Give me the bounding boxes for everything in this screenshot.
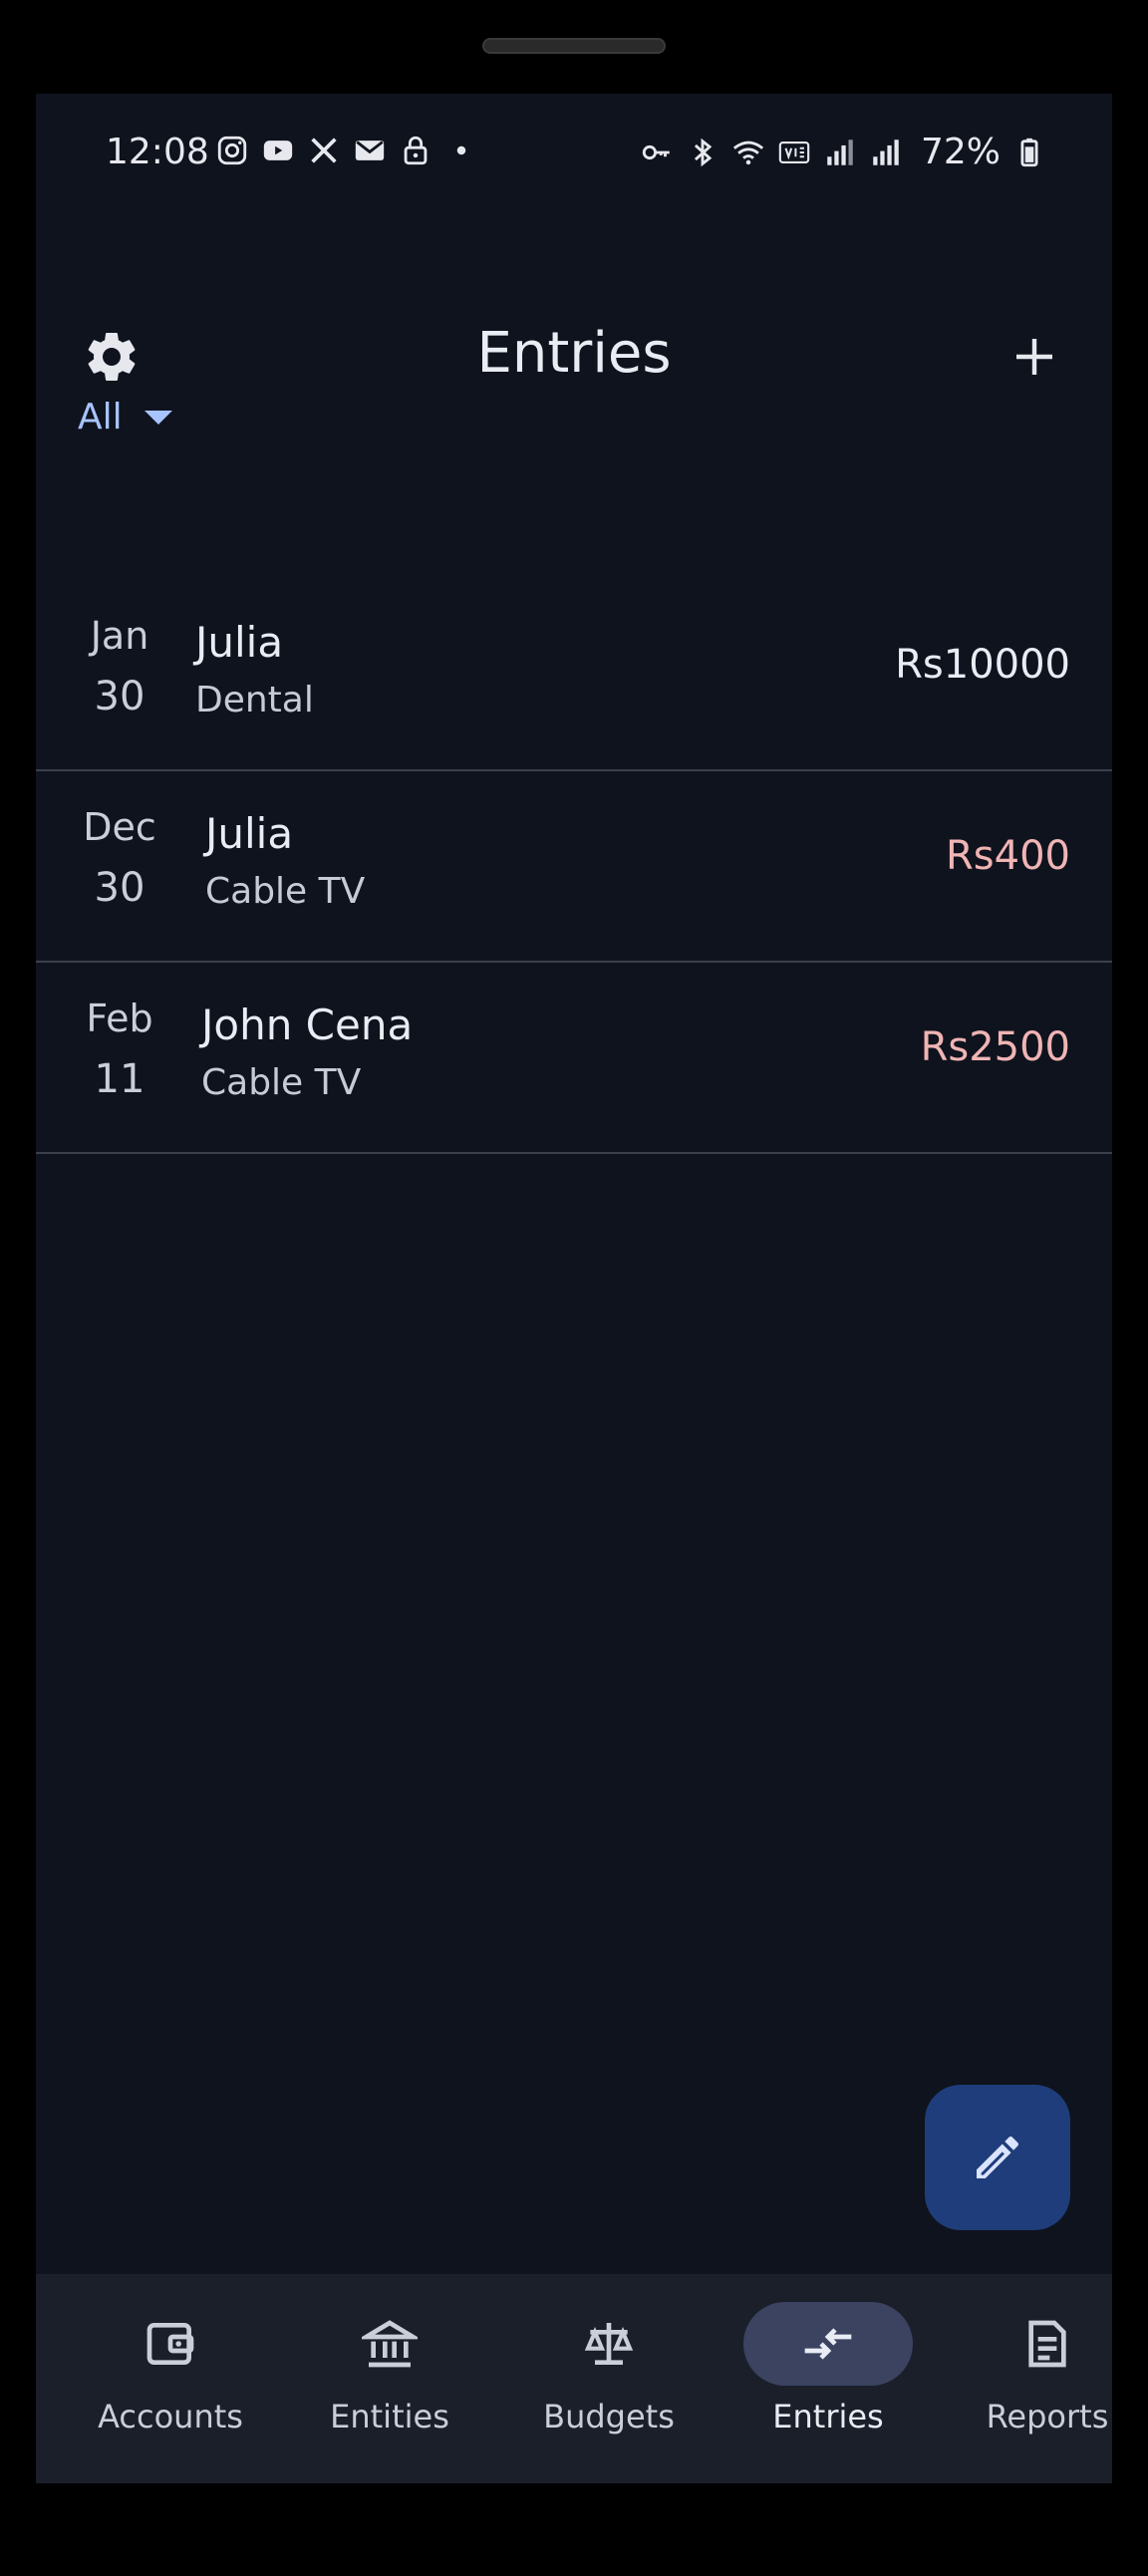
entry-category: Cable TV — [205, 871, 366, 912]
speaker-grille — [482, 38, 666, 54]
battery-percent: 72% — [920, 132, 1001, 172]
top-app-bar: Entries — [36, 243, 1112, 386]
dot-icon — [456, 145, 466, 155]
add-entry-button[interactable] — [1001, 323, 1068, 391]
list-item[interactable]: Feb 11 John Cena Cable TV Rs2500 — [36, 963, 1112, 1154]
entry-month: Feb — [86, 997, 153, 1040]
device-frame: 12:08 72% Entries All Jan 30 Julia Denta… — [0, 0, 1148, 2576]
entry-name: Julia — [205, 809, 294, 858]
bank-icon — [362, 2320, 418, 2368]
document-icon — [1028, 2320, 1066, 2368]
status-icons-left — [215, 134, 478, 167]
signal-icon — [873, 139, 899, 165]
signal-icon — [827, 139, 853, 165]
scale-icon — [584, 2323, 634, 2365]
entry-day: 11 — [94, 1056, 145, 1102]
nav-item-entries[interactable]: Entries — [728, 2302, 928, 2461]
lock-icon — [404, 136, 428, 165]
entry-month: Dec — [83, 805, 156, 849]
entry-category: Dental — [195, 680, 314, 720]
entry-month: Jan — [90, 614, 149, 658]
instagram-icon — [217, 136, 247, 165]
nav-icon-container — [305, 2302, 474, 2386]
nav-label: Reports — [986, 2398, 1109, 2435]
entry-name: John Cena — [201, 1001, 414, 1049]
entry-date: Feb 11 — [68, 997, 171, 1102]
nav-label: Budgets — [543, 2398, 675, 2435]
wifi-icon — [732, 141, 764, 164]
filter-label: All — [78, 397, 123, 437]
nav-icon-container — [963, 2302, 1112, 2386]
nav-label: Entries — [772, 2398, 884, 2435]
swap-icon — [804, 2328, 852, 2360]
mail-icon — [355, 141, 385, 160]
status-time: 12:08 — [106, 132, 209, 172]
nav-item-accounts[interactable]: Accounts — [71, 2302, 270, 2461]
nav-item-reports[interactable]: Reports — [948, 2302, 1112, 2461]
entries-list: Jan 30 Julia Dental Rs10000 Dec 30 Julia… — [36, 580, 1112, 1154]
battery-icon — [1020, 138, 1038, 166]
nav-label: Entities — [330, 2398, 449, 2435]
entry-date: Dec 30 — [68, 805, 171, 911]
entry-day: 30 — [94, 674, 145, 719]
key-icon — [642, 144, 670, 159]
pencil-icon — [977, 2136, 1019, 2178]
list-item[interactable]: Jan 30 Julia Dental Rs10000 — [36, 580, 1112, 771]
x-icon — [311, 138, 337, 163]
list-item[interactable]: Dec 30 Julia Cable TV Rs400 — [36, 771, 1112, 963]
status-bar: 12:08 72% — [36, 94, 1112, 213]
nav-item-budgets[interactable]: Budgets — [509, 2302, 709, 2461]
entry-date: Jan 30 — [68, 614, 171, 719]
entry-day: 30 — [94, 865, 145, 911]
screen: 12:08 72% Entries All Jan 30 Julia Denta… — [36, 94, 1112, 2483]
status-icons-right: 72% — [640, 132, 1046, 172]
entry-category: Cable TV — [201, 1062, 362, 1103]
nav-item-entities[interactable]: Entities — [290, 2302, 489, 2461]
entry-amount: Rs400 — [946, 833, 1070, 879]
entry-amount: Rs2500 — [920, 1024, 1070, 1070]
nav-label: Accounts — [98, 2398, 243, 2435]
entry-name: Julia — [195, 618, 284, 667]
bluetooth-icon — [694, 138, 713, 166]
nav-icon-container — [86, 2302, 255, 2386]
entry-amount: Rs10000 — [895, 642, 1070, 688]
volte-icon — [778, 141, 810, 163]
nav-icon-container — [524, 2302, 694, 2386]
wallet-icon — [146, 2323, 194, 2365]
youtube-icon — [263, 141, 293, 160]
caret-down-icon — [144, 410, 172, 425]
bottom-navigation: Accounts Entities Budgets Entries Report… — [36, 2274, 1112, 2483]
page-title: Entries — [476, 321, 672, 386]
edit-fab-button[interactable] — [925, 2085, 1070, 2230]
nav-icon-container — [743, 2302, 913, 2386]
plus-icon — [1016, 339, 1052, 375]
filter-dropdown[interactable]: All — [78, 397, 172, 437]
